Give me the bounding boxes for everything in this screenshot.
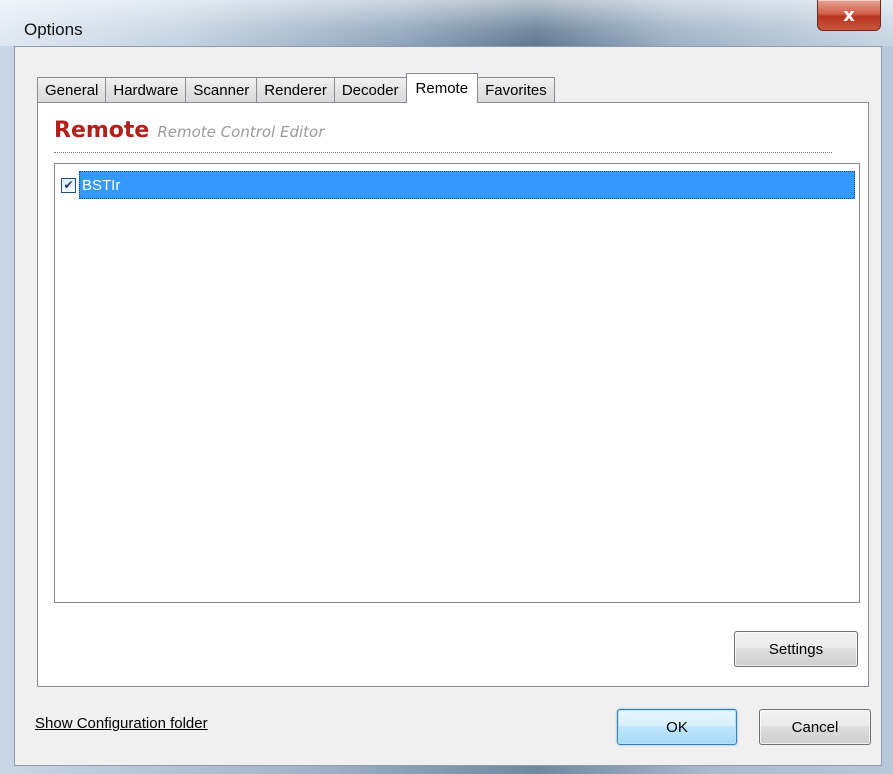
- title-bar-background: [0, 0, 893, 46]
- tab-hardware[interactable]: Hardware: [105, 77, 187, 103]
- tab-favorites[interactable]: Favorites: [477, 77, 555, 103]
- tab-decoder[interactable]: Decoder: [333, 77, 407, 103]
- tab-general[interactable]: General: [37, 77, 107, 103]
- checkmark-icon: ✔: [63, 178, 74, 192]
- settings-button[interactable]: Settings: [734, 631, 858, 667]
- tab-remote[interactable]: Remote: [405, 73, 479, 103]
- dialog-client-area: General Hardware Scanner Renderer Decode…: [14, 46, 882, 766]
- section-title: Remote: [54, 118, 150, 143]
- show-configuration-folder-link[interactable]: Show Configuration folder: [35, 715, 208, 732]
- window-title: Options: [24, 20, 83, 39]
- tab-renderer[interactable]: Renderer: [256, 77, 335, 103]
- section-subtitle: Remote Control Editor: [157, 123, 325, 141]
- close-button[interactable]: x: [817, 0, 881, 31]
- close-icon: x: [843, 4, 855, 26]
- tab-scanner[interactable]: Scanner: [185, 77, 258, 103]
- list-item[interactable]: ✔ BSTIr: [61, 170, 855, 200]
- options-dialog: Options x General Hardware Scanner Rende…: [0, 0, 893, 774]
- cancel-button[interactable]: Cancel: [759, 709, 871, 745]
- item-label[interactable]: BSTIr: [79, 171, 855, 199]
- ok-button[interactable]: OK: [617, 709, 737, 745]
- section-header: Remote Remote Control Editor: [54, 118, 832, 153]
- title-bar[interactable]: Options x: [0, 0, 893, 46]
- item-checkbox[interactable]: ✔: [61, 177, 76, 193]
- remote-list[interactable]: ✔ BSTIr: [54, 163, 860, 603]
- remote-tab-page: Remote Remote Control Editor ✔ BSTIr Set…: [37, 102, 869, 687]
- tab-strip: General Hardware Scanner Renderer Decode…: [37, 73, 555, 103]
